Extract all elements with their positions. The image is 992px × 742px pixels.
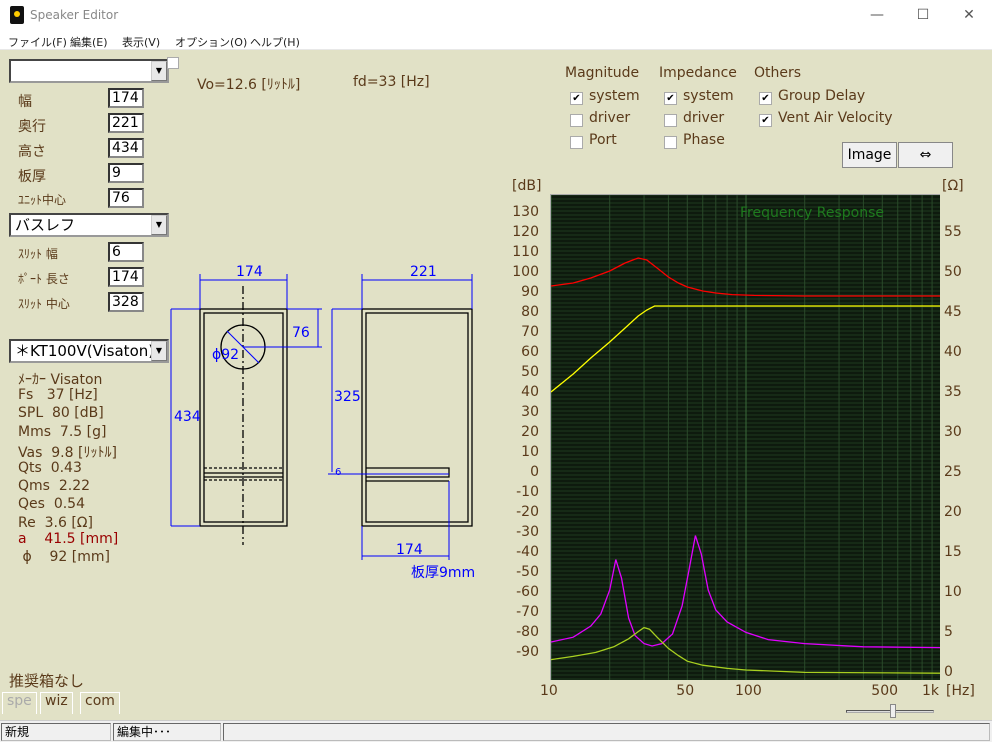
y-tick-label: 40 xyxy=(521,384,539,400)
magnitude-option-label: system xyxy=(589,88,640,104)
y2-tick-label: 45 xyxy=(944,304,962,320)
y-tick-label: -40 xyxy=(516,544,539,560)
chart-title: Frequency Response xyxy=(740,205,885,221)
status-file: 新規 xyxy=(1,723,111,741)
y2-tick-label: 30 xyxy=(944,424,962,440)
y-tick-label: 90 xyxy=(521,284,539,300)
y-tick-label: 20 xyxy=(521,424,539,440)
y2-tick-label: 5 xyxy=(944,624,953,640)
y-tick-label: -90 xyxy=(516,644,539,660)
y-tick-label: -70 xyxy=(516,604,539,620)
y2-tick-label: 35 xyxy=(944,384,962,400)
tab-wiz[interactable]: wiz xyxy=(40,692,73,714)
x-tick-label: 100 xyxy=(735,683,762,699)
others-checkbox[interactable]: ✔ xyxy=(759,92,772,105)
y-tick-label: -60 xyxy=(516,584,539,600)
x-tick-label: 500 xyxy=(871,683,899,699)
y-tick-label: 70 xyxy=(521,324,539,340)
impedance-checkbox[interactable] xyxy=(664,136,677,149)
status-extra xyxy=(223,723,990,741)
magnitude-checkbox[interactable] xyxy=(570,136,583,149)
dim-unit-center: 76 xyxy=(292,325,310,341)
dim-diameter: ϕ92 xyxy=(212,347,240,363)
others-checkbox[interactable]: ✔ xyxy=(759,114,772,127)
magnitude-option-label: driver xyxy=(589,110,631,126)
enclosure-drawing xyxy=(170,274,473,560)
y2-tick-label: 50 xyxy=(944,264,962,280)
y-tick-label: -80 xyxy=(516,624,539,640)
magnitude-group-title: Magnitude xyxy=(565,65,640,81)
maximize-button[interactable]: ☐ xyxy=(900,0,946,31)
status-mode: 編集中･･･ xyxy=(113,723,221,741)
dim-front-width: 174 xyxy=(236,264,263,280)
dim-depth: 221 xyxy=(410,264,437,280)
tab-spe[interactable]: spe xyxy=(2,692,37,714)
y-tick-label: -20 xyxy=(516,504,539,520)
others-group-title: Others xyxy=(754,65,802,81)
y-tick-label: 100 xyxy=(512,264,539,280)
y-tick-label: 120 xyxy=(512,224,539,240)
y-tick-label: 80 xyxy=(521,304,539,320)
y-tick-label: 0 xyxy=(530,464,539,480)
y-tick-label: 10 xyxy=(521,444,539,460)
y-tick-label: -10 xyxy=(516,484,539,500)
others-option-label: Vent Air Velocity xyxy=(778,110,893,126)
y2-tick-label: 25 xyxy=(944,464,962,480)
frequency-chart xyxy=(550,194,940,680)
dim-height: 434 xyxy=(174,409,201,425)
slider-thumb[interactable] xyxy=(890,704,896,718)
y2-tick-label: 0 xyxy=(944,664,953,680)
y-tick-label: -30 xyxy=(516,524,539,540)
y-tick-label: 30 xyxy=(521,404,539,420)
minimize-button[interactable]: — xyxy=(854,0,900,31)
magnitude-checkbox[interactable] xyxy=(570,114,583,127)
others-option-label: Group Delay xyxy=(778,88,866,104)
x-tick-label: 10 xyxy=(540,683,558,699)
x-tick-label: 1k xyxy=(922,683,940,699)
y2-tick-label: 20 xyxy=(944,504,962,520)
impedance-group-title: Impedance xyxy=(659,65,737,81)
tab-com[interactable]: com xyxy=(80,692,120,714)
y2-tick-label: 55 xyxy=(944,224,962,240)
dim-slit: 6 xyxy=(335,467,342,478)
y-tick-label: 60 xyxy=(521,344,539,360)
dim-thickness: 板厚9mm xyxy=(411,565,476,581)
y2-tick-label: 15 xyxy=(944,544,962,560)
dim-port-position: 325 xyxy=(334,389,361,405)
zoom-slider[interactable] xyxy=(840,702,940,720)
y2-tick-label: 40 xyxy=(944,344,962,360)
magnitude-checkbox[interactable]: ✔ xyxy=(570,92,583,105)
recommend-text: 推奨箱なし xyxy=(9,672,85,690)
y-axis-label: [dB] xyxy=(512,178,542,194)
impedance-option-label: system xyxy=(683,88,734,104)
y-tick-label: 110 xyxy=(512,244,539,260)
close-button[interactable]: ✕ xyxy=(946,0,992,31)
swap-button[interactable]: ⇔ xyxy=(898,142,953,168)
y-tick-label: -50 xyxy=(516,564,539,580)
x-tick-label: 50 xyxy=(676,683,695,699)
y2-tick-label: 10 xyxy=(944,584,962,600)
x-axis-label: [Hz] xyxy=(946,683,975,699)
impedance-checkbox[interactable] xyxy=(664,114,677,127)
impedance-option-label: Phase xyxy=(683,132,725,148)
y2-axis-label: [Ω] xyxy=(942,178,964,194)
y-tick-label: 130 xyxy=(512,204,539,220)
impedance-option-label: driver xyxy=(683,110,725,126)
impedance-checkbox[interactable]: ✔ xyxy=(664,92,677,105)
magnitude-option-label: Port xyxy=(589,132,617,148)
image-button[interactable]: Image xyxy=(842,142,897,168)
y-tick-label: 50 xyxy=(521,364,539,380)
dim-port-length: 174 xyxy=(396,542,423,558)
status-bar: 新規 編集中･･･ xyxy=(0,720,992,742)
